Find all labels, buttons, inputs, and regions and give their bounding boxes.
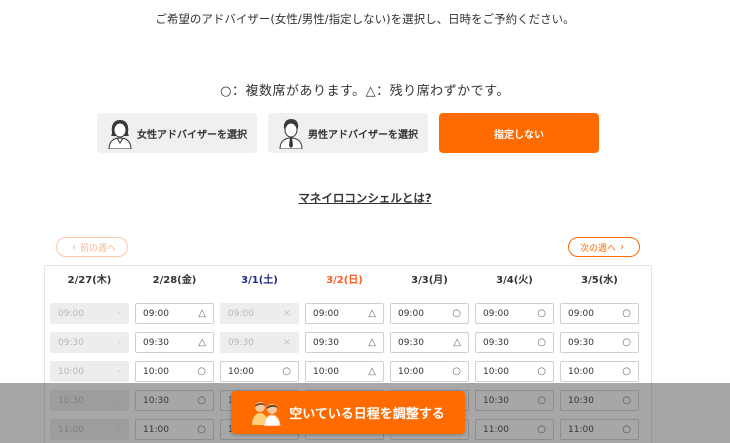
availability-mark: -	[117, 366, 121, 377]
prev-week-button[interactable]: ‹ 前の週へ	[56, 237, 128, 257]
availability-mark: ○	[622, 337, 631, 348]
time-slot-time: 09:30	[58, 337, 84, 348]
no-preference-label: 指定しない	[494, 129, 544, 141]
time-slot[interactable]: 10:00 ○	[560, 361, 639, 382]
availability-mark: △	[198, 308, 206, 319]
time-slot[interactable]: 10:00 ○	[475, 361, 554, 382]
time-slot[interactable]: 09:30 △	[135, 332, 214, 353]
time-slot-time: 10:00	[143, 366, 169, 377]
time-slot-time: 09:00	[58, 308, 84, 319]
chevron-right-icon: ›	[620, 241, 624, 253]
day-header: 3/2(日)	[326, 275, 363, 286]
time-slot[interactable]: 10:00 ○	[220, 361, 299, 382]
availability-mark: ○	[452, 308, 461, 319]
time-slot[interactable]: 09:30 △	[390, 332, 469, 353]
time-slot: 09:30 -	[50, 332, 129, 353]
time-slot-time: 10:00	[228, 366, 254, 377]
people-illustration-icon	[252, 401, 281, 426]
availability-mark: ○	[197, 366, 206, 377]
time-slot: 10:00 -	[50, 361, 129, 382]
day-header: 3/1(土)	[241, 275, 278, 286]
male-adviser-label: 男性アドバイザーを選択	[308, 129, 418, 141]
time-slot-time: 10:00	[483, 366, 509, 377]
availability-mark: ○	[622, 366, 631, 377]
time-slot[interactable]: 09:00 ○	[560, 303, 639, 324]
time-slot-time: 09:00	[143, 308, 169, 319]
day-header: 3/3(月)	[411, 275, 448, 286]
adjust-schedule-button[interactable]: 空いている日程を調整する	[231, 391, 465, 434]
male-adviser-icon	[279, 119, 303, 149]
time-slot-time: 09:00	[228, 308, 254, 319]
female-adviser-icon	[108, 120, 132, 149]
time-slot[interactable]: 10:00 ○	[135, 361, 214, 382]
time-slot[interactable]: 09:30 △	[305, 332, 384, 353]
female-adviser-button[interactable]: 女性アドバイザーを選択	[97, 113, 257, 153]
availability-mark: ×	[282, 308, 291, 319]
time-slot[interactable]: 09:30 ○	[560, 332, 639, 353]
time-slot[interactable]: 10:00 ○	[390, 361, 469, 382]
no-preference-button[interactable]: 指定しない	[439, 113, 599, 153]
availability-mark: ○	[282, 366, 291, 377]
time-slot[interactable]: 09:00 △	[135, 303, 214, 324]
time-slot[interactable]: 09:00 ○	[475, 303, 554, 324]
availability-mark: △	[368, 366, 376, 377]
time-slot[interactable]: 09:00 △	[305, 303, 384, 324]
availability-mark: ○	[537, 308, 546, 319]
time-slot-time: 09:00	[313, 308, 339, 319]
time-slot-time: 10:00	[313, 366, 339, 377]
day-header: 3/4(火)	[496, 275, 533, 286]
time-slot-time: 09:30	[398, 337, 424, 348]
availability-mark: △	[368, 337, 376, 348]
adjust-schedule-label: 空いている日程を調整する	[289, 407, 445, 422]
availability-mark: ○	[537, 366, 546, 377]
prev-week-label: 前の週へ	[79, 243, 116, 254]
day-header: 3/5(水)	[581, 275, 618, 286]
time-slot-time: 10:00	[58, 366, 84, 377]
about-concierge-link[interactable]: マネイロコンシェルとは?	[0, 190, 730, 206]
time-slot-time: 09:30	[228, 337, 254, 348]
time-slot[interactable]: 09:30 ○	[475, 332, 554, 353]
next-week-button[interactable]: 次の週へ ›	[568, 237, 640, 257]
female-adviser-label: 女性アドバイザーを選択	[137, 129, 247, 141]
time-slot-time: 09:30	[313, 337, 339, 348]
availability-mark: ○	[452, 366, 461, 377]
availability-mark: ○	[622, 308, 631, 319]
availability-mark: △	[198, 337, 206, 348]
day-header: 2/28(金)	[152, 275, 197, 286]
time-slot-time: 09:30	[483, 337, 509, 348]
time-slot: 09:00 ×	[220, 303, 299, 324]
availability-mark: -	[117, 337, 121, 348]
availability-mark: ○	[537, 337, 546, 348]
time-slot-time: 09:30	[568, 337, 594, 348]
availability-mark: △	[368, 308, 376, 319]
availability-mark: -	[117, 308, 121, 319]
day-header: 2/27(木)	[67, 275, 112, 286]
time-slot: 09:00 -	[50, 303, 129, 324]
availability-legend: ○：複数席があります。△：残り席わずかです。	[220, 84, 510, 99]
time-slot-time: 09:00	[483, 308, 509, 319]
availability-mark: △	[453, 337, 461, 348]
time-slot-time: 10:00	[568, 366, 594, 377]
chevron-left-icon: ‹	[71, 241, 76, 253]
time-slot[interactable]: 09:00 ○	[390, 303, 469, 324]
time-slot: 09:30 ×	[220, 332, 299, 353]
next-week-label: 次の週へ	[579, 243, 616, 254]
intro-text: ご希望のアドバイザー(女性/男性/指定しない)を選択し、日時をご予約ください。	[155, 12, 575, 26]
time-slot-time: 09:30	[143, 337, 169, 348]
time-slot[interactable]: 10:00 △	[305, 361, 384, 382]
availability-mark: ×	[282, 337, 291, 348]
male-adviser-button[interactable]: 男性アドバイザーを選択	[268, 113, 428, 153]
time-slot-time: 10:00	[398, 366, 424, 377]
time-slot-time: 09:00	[398, 308, 424, 319]
time-slot-time: 09:00	[568, 308, 594, 319]
